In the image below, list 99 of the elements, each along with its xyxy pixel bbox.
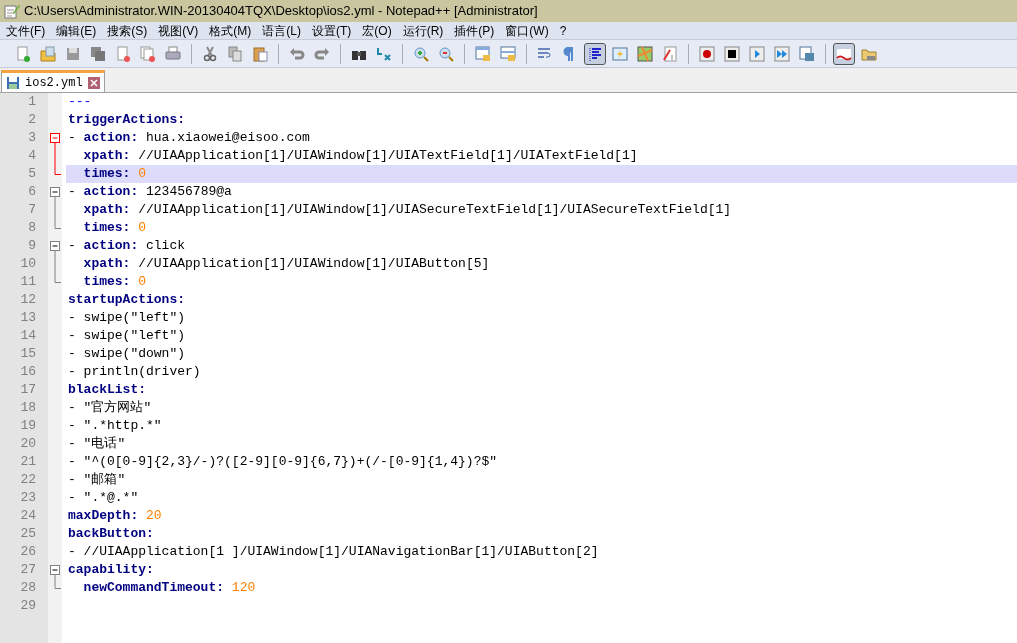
window-lock-icon [475, 45, 491, 62]
line-number: 24 [19, 507, 37, 526]
line-number: 7 [27, 201, 37, 220]
printer-icon [165, 45, 181, 62]
clipboard-icon [252, 45, 268, 62]
code-line: - ".*http.*" [67, 417, 163, 435]
fold-toggle-icon[interactable] [50, 187, 60, 201]
line-number: 28 [19, 579, 37, 598]
line-number: 9 [27, 237, 37, 256]
code-line: - "邮箱" [67, 471, 127, 489]
line-number: 10 [19, 255, 37, 274]
zoom-out-icon [438, 45, 454, 62]
menu-item[interactable]: 宏(O) [358, 21, 396, 40]
line-number: 18 [19, 399, 37, 418]
line-number: 27 [19, 561, 37, 580]
line-number: 19 [19, 417, 37, 436]
code-line: - "官方网站" [67, 399, 153, 417]
code-line: newCommandTimeout: 120 [82, 579, 257, 597]
line-number: 23 [19, 489, 37, 508]
document-map-icon [637, 45, 653, 62]
code-line: triggerActions: [67, 111, 187, 129]
window-title: C:\Users\Administrator.WIN-20130404TQX\Desktop\ios2.yml - Notepad++ [Administrator] [24, 2, 538, 21]
record-icon [699, 45, 715, 62]
play-icon [749, 45, 765, 62]
code-line: times: 0 [82, 273, 148, 291]
line-number: 22 [19, 471, 37, 490]
code-line: xpath: //UIAApplication[1]/UIAWindow[1]/UIASecureTextField[1]/UIASecureTextField[1] [82, 201, 733, 219]
line-number: 20 [19, 435, 37, 454]
code-line: - action: 123456789@a [67, 183, 233, 201]
redo-icon [314, 45, 330, 62]
new-file-icon [15, 45, 31, 62]
code-line: capability: [67, 561, 155, 579]
zoom-in-icon [413, 45, 429, 62]
copy-icon [227, 45, 243, 62]
indent-guide-icon [587, 45, 603, 62]
line-number: 8 [27, 219, 37, 238]
line-number: 16 [19, 363, 37, 382]
line-number: 12 [19, 291, 37, 310]
line-number: 17 [19, 381, 37, 400]
code-line: blackList: [67, 381, 147, 399]
line-number: 3 [27, 129, 37, 148]
menu-item[interactable]: 视图(V) [154, 21, 203, 40]
lightning-window-icon [612, 45, 628, 62]
code-line: --- [67, 93, 93, 111]
fast-forward-icon [774, 45, 790, 62]
code-line: maxDepth: 20 [67, 507, 163, 525]
line-number: 4 [27, 147, 37, 166]
notepad-icon [4, 3, 20, 19]
close-icon[interactable] [87, 76, 100, 89]
code-line: - println(driver) [67, 363, 202, 381]
menu-item[interactable]: 搜索(S) [103, 21, 152, 40]
line-number: 6 [27, 183, 37, 202]
indent-guide-button[interactable] [584, 42, 606, 65]
line-number: 1 [27, 93, 37, 112]
menu-item[interactable]: 运行(R) [398, 21, 448, 40]
line-number: 29 [19, 597, 37, 616]
menu-item[interactable]: 窗口(W) [501, 21, 553, 40]
code-line: startupActions: [67, 291, 187, 309]
code-line: - ".*@.*" [67, 489, 140, 507]
fold-toggle-icon[interactable] [50, 565, 60, 579]
line-number: 13 [19, 309, 37, 328]
save-macro-icon [799, 45, 815, 62]
menu-item[interactable]: 格式(M) [205, 21, 256, 40]
code-line: - action: hua.xiaowei@eisoo.com [67, 129, 311, 147]
menu-item[interactable]: 文件(F) [2, 21, 50, 40]
fold-toggle-icon[interactable] [50, 133, 60, 147]
fold-toggle-icon[interactable] [50, 241, 60, 255]
folder-icon [40, 45, 56, 62]
code-line: - //UIAApplication[1 ]/UIAWindow[1]/UIANavigationBar[1]/UIAButton[2] [67, 543, 600, 561]
scissors-icon [202, 45, 218, 62]
line-number: 14 [19, 327, 37, 346]
menu-item[interactable]: 设置(T) [308, 21, 356, 40]
window-lock-icon [500, 45, 516, 62]
close-files-icon [140, 45, 156, 62]
code-line: - "电话" [67, 435, 127, 453]
menu-item[interactable]: 语言(L) [258, 21, 305, 40]
stop-icon [724, 45, 740, 62]
line-number: 25 [19, 525, 37, 544]
line-number: 5 [27, 165, 37, 184]
line-number: 11 [19, 273, 37, 292]
code-line: - "^(0[0-9]{2,3}/-)?([2-9][0-9]{6,7})+(/-[0-9]{1,4})?$" [67, 453, 499, 471]
line-number: 26 [19, 543, 37, 562]
file-tab[interactable]: ios2.yml [1, 70, 105, 92]
code-line: - swipe("down") [67, 345, 187, 363]
code-line: backButton: [67, 525, 155, 543]
close-file-icon [115, 45, 131, 62]
code-line: times: 0 [82, 219, 148, 237]
menu-item[interactable]: 编辑(E) [52, 21, 101, 40]
code-line: - swipe("left") [67, 327, 187, 345]
line-number: 21 [19, 453, 37, 472]
code-line: xpath: //UIAApplication[1]/UIAWindow[1]/UIAButton[5] [82, 255, 491, 273]
menu-item[interactable]: ? [555, 21, 571, 40]
code-line: - swipe("left") [67, 309, 187, 327]
line-number: 2 [27, 111, 37, 130]
code-line: - action: click [67, 237, 187, 255]
line-number: 15 [19, 345, 37, 364]
code-line: xpath: //UIAApplication[1]/UIAWindow[1]/UIATextField[1]/UIATextField[1] [82, 147, 639, 165]
floppy-disks-icon [90, 45, 106, 62]
menu-item[interactable]: 插件(P) [450, 21, 499, 40]
